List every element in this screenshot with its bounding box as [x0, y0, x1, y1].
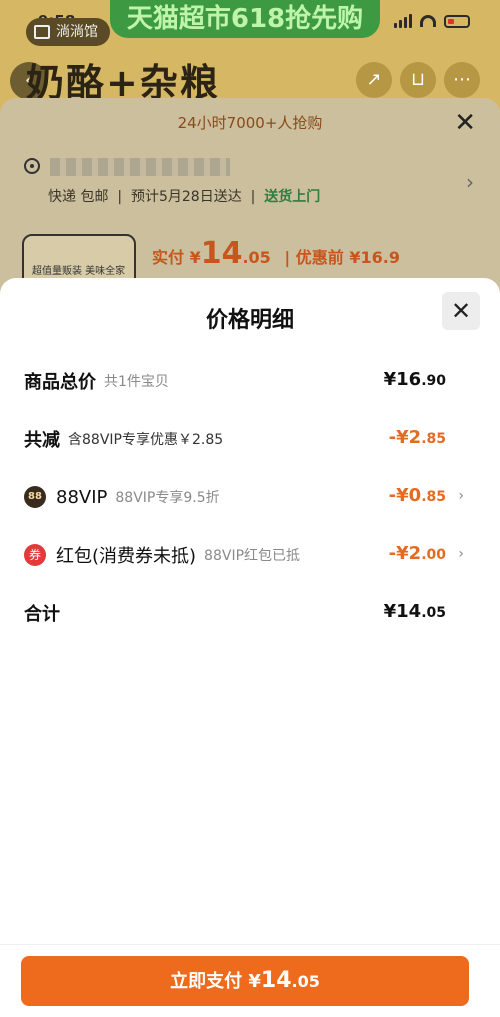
row-88vip[interactable]: 88 88VIP 88VIP专享9.5折 -¥0.85 ›	[24, 482, 464, 512]
price-summary: 实付 ¥14.05 | 优惠前 ¥16.9	[152, 236, 400, 271]
wifi-icon	[420, 15, 436, 27]
amount-dec: .90	[421, 373, 446, 389]
amount-int: -¥2	[388, 427, 422, 448]
chevron-right-icon: ›	[458, 546, 464, 562]
row-total-discount: 共减 含88VIP专享优惠￥2.85 -¥2.85	[24, 424, 464, 454]
amount-int: -¥2	[388, 543, 422, 564]
row-label: 商品总价	[24, 372, 96, 393]
pay-now-button[interactable]: 立即支付 ¥14.05	[21, 956, 469, 1006]
row-amount: ¥16.90	[384, 369, 446, 390]
pay-dec: .05	[291, 972, 320, 991]
rush-notice: 24小时7000+人抢购	[177, 114, 323, 132]
store-label: 淌淌馆	[56, 24, 98, 40]
amount-dec: .85	[421, 489, 446, 505]
amount-dec: .05	[421, 605, 446, 621]
store-pill[interactable]: 淌淌馆	[26, 18, 110, 46]
price-int: 14	[200, 236, 243, 271]
row-label: 红包(消费券未抵)	[56, 546, 197, 567]
pay-prefix: 立即支付 ¥	[170, 971, 261, 992]
row-amount: -¥0.85	[389, 485, 446, 506]
row-total: 合计 ¥14.05	[24, 598, 464, 628]
chevron-right-icon: ›	[466, 170, 474, 194]
shipping-method: 快递 包邮	[48, 189, 109, 205]
shipping-eta: 预计5月28日送达	[130, 189, 242, 205]
row-sub: 88VIP专享9.5折	[115, 490, 220, 506]
signal-icon	[394, 14, 412, 28]
row-sub: 88VIP红包已抵	[204, 548, 301, 564]
footer-divider	[0, 944, 500, 945]
row-label: 合计	[24, 604, 60, 625]
amount-dec: .00	[421, 547, 446, 563]
vip88-icon: 88	[24, 486, 46, 508]
status-icons	[394, 14, 470, 28]
row-amount: ¥14.05	[384, 601, 446, 622]
row-red-packet[interactable]: 券 红包(消费券未抵) 88VIP红包已抵 -¥2.00 ›	[24, 540, 464, 570]
modal-title: 价格明细	[205, 308, 294, 333]
row-sub: 共1件宝贝	[104, 374, 169, 390]
close-icon[interactable]: ✕	[454, 108, 476, 138]
amount-dec: .85	[421, 431, 446, 447]
door-delivery: 送货上门	[264, 189, 321, 205]
row-label: 88VIP	[56, 486, 108, 508]
red-packet-icon: 券	[24, 544, 46, 566]
store-icon	[34, 25, 50, 39]
row-label: 共减	[24, 430, 60, 451]
price-label: 实付 ¥	[152, 248, 201, 267]
row-sub: 含88VIP专享优惠￥2.85	[68, 432, 224, 448]
location-pin-icon	[24, 158, 40, 174]
blurred-address	[50, 158, 230, 176]
amount-int: -¥0	[388, 485, 422, 506]
row-amount: -¥2.00	[389, 543, 446, 564]
more-icon[interactable]: ⋯	[444, 62, 480, 98]
row-amount: -¥2.85	[389, 427, 446, 448]
share-icon[interactable]: ↗	[356, 62, 392, 98]
battery-icon	[444, 14, 470, 28]
close-icon[interactable]: ✕	[442, 292, 480, 330]
amount-int: ¥14	[383, 601, 422, 622]
shipping-info: 快递 包邮 | 预计5月28日送达 | 送货上门	[48, 189, 321, 205]
cart-icon[interactable]: ⊔	[400, 62, 436, 98]
pay-int: 14	[260, 968, 292, 993]
row-subtotal: 商品总价 共1件宝贝 ¥16.90	[24, 366, 464, 396]
chevron-right-icon: ›	[458, 488, 464, 504]
price-before: | 优惠前 ¥16.9	[284, 248, 400, 267]
price-detail-modal: 价格明细 ✕ 商品总价 共1件宝贝 ¥16.90 共减 含88VIP专享优惠￥2…	[0, 278, 500, 1017]
amount-int: ¥16	[383, 369, 422, 390]
price-dec: .05	[242, 248, 271, 267]
